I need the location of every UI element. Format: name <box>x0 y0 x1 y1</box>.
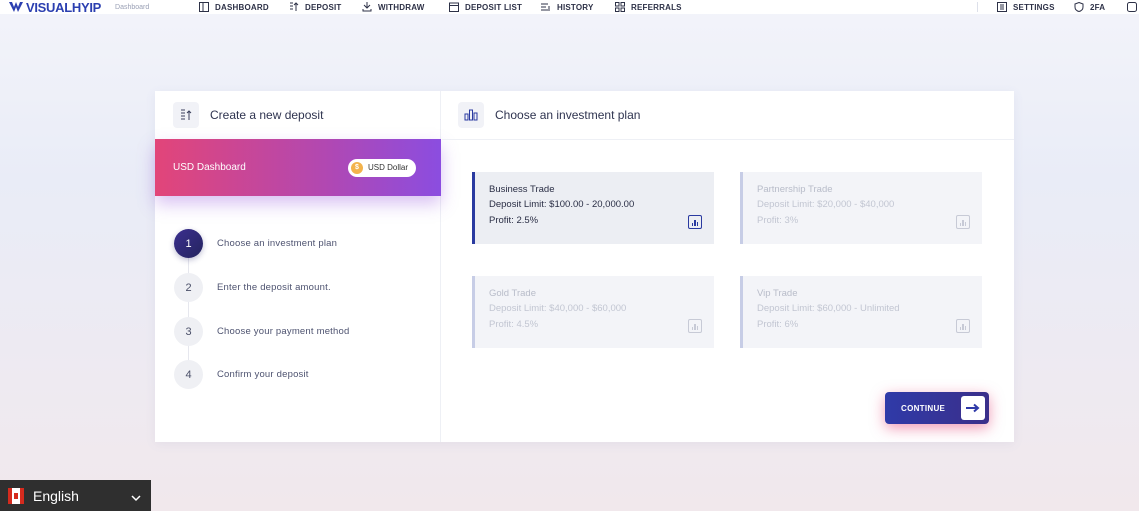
top-nav-bar: VISUALHYIP Dashboard DASHBOARD DEPOSIT W… <box>0 0 1139 15</box>
plan-name: Partnership Trade <box>757 184 833 195</box>
nav-deposit-list[interactable]: DEPOSIT LIST <box>449 0 522 14</box>
deposit-title: Create a new deposit <box>210 108 324 122</box>
plan-limit: Deposit Limit: $100.00 - 20,000.00 <box>489 199 635 210</box>
settings-icon <box>997 2 1007 12</box>
plan-name: Vip Trade <box>757 288 798 299</box>
step-number: 3 <box>174 317 203 346</box>
nav-logout[interactable] <box>1127 0 1139 14</box>
step-number: 2 <box>174 273 203 302</box>
canada-flag-icon <box>8 487 24 504</box>
plan-name: Business Trade <box>489 184 555 195</box>
divider <box>442 139 1014 140</box>
brand-name: VISUALHYIP <box>26 0 102 15</box>
steps-connector <box>188 243 189 373</box>
step-3: 3 Choose your payment method <box>174 317 404 346</box>
nav-referrals[interactable]: REFERRALS <box>615 0 682 14</box>
step-label: Choose an investment plan <box>217 238 338 249</box>
dollar-coin-icon: $ <box>350 161 363 174</box>
plan-limit: Deposit Limit: $20,000 - $40,000 <box>757 199 895 210</box>
chart-icon <box>688 319 702 333</box>
nav-dashboard[interactable]: DASHBOARD <box>199 0 269 14</box>
currency-pill[interactable]: $ USD Dollar <box>347 158 416 177</box>
step-number: 4 <box>174 360 203 389</box>
step-label: Enter the deposit amount. <box>217 282 331 293</box>
deposit-card: Create a new deposit USD Dashboard $ USD… <box>155 91 1014 442</box>
plan-profit: Profit: 6% <box>757 319 799 330</box>
plan-limit: Deposit Limit: $40,000 - $60,000 <box>489 303 627 314</box>
step-2: 2 Enter the deposit amount. <box>174 273 404 302</box>
chart-icon <box>688 215 702 229</box>
step-label: Confirm your deposit <box>217 369 309 380</box>
plan-profit: Profit: 4.5% <box>489 319 539 330</box>
brand-logo[interactable]: VISUALHYIP <box>9 0 101 15</box>
plan-card-partnership-trade[interactable]: Partnership Trade Deposit Limit: $20,000… <box>740 172 982 244</box>
nav-divider <box>977 2 978 12</box>
breadcrumb: Dashboard <box>115 3 150 11</box>
plan-card-business-trade[interactable]: Business Trade Deposit Limit: $100.00 - … <box>472 172 714 244</box>
history-icon <box>541 2 551 12</box>
continue-button[interactable]: CONTINUE <box>885 392 989 424</box>
chevron-down-icon <box>131 490 141 506</box>
logo-icon <box>9 2 23 12</box>
arrow-right-icon <box>961 396 985 420</box>
plans-header: Choose an investment plan <box>458 101 640 129</box>
step-label: Choose your payment method <box>217 326 350 337</box>
plans-pane: Choose an investment plan Business Trade… <box>442 91 1014 442</box>
nav-2fa[interactable]: 2FA <box>1074 0 1105 14</box>
chart-icon <box>956 319 970 333</box>
logout-icon <box>1127 2 1137 12</box>
plan-card-gold-trade[interactable]: Gold Trade Deposit Limit: $40,000 - $60,… <box>472 276 714 348</box>
plan-name: Gold Trade <box>489 288 536 299</box>
banner-title: USD Dashboard <box>173 162 246 173</box>
language-label: English <box>33 487 79 504</box>
plan-card-vip-trade[interactable]: Vip Trade Deposit Limit: $60,000 - Unlim… <box>740 276 982 348</box>
chart-icon <box>956 215 970 229</box>
nav-history[interactable]: HISTORY <box>541 0 594 14</box>
plans-title: Choose an investment plan <box>495 108 641 122</box>
dashboard-icon <box>199 2 209 12</box>
step-number: 1 <box>174 229 203 258</box>
deposit-header: Create a new deposit <box>173 101 323 129</box>
plan-profit: Profit: 2.5% <box>489 215 539 226</box>
plan-limit: Deposit Limit: $60,000 - Unlimited <box>757 303 900 314</box>
nav-deposit[interactable]: DEPOSIT <box>289 0 342 14</box>
deposit-header-icon <box>173 102 199 128</box>
bar-chart-icon <box>458 102 484 128</box>
usd-dashboard-banner: USD Dashboard $ USD Dollar <box>155 139 441 196</box>
deposit-list-icon <box>449 2 459 12</box>
nav-settings[interactable]: SETTINGS <box>997 0 1055 14</box>
currency-label: USD Dollar <box>367 163 408 172</box>
deposit-icon <box>289 2 299 12</box>
shield-icon <box>1074 1 1084 13</box>
nav-withdraw[interactable]: WITHDRAW <box>362 0 424 14</box>
step-4: 4 Confirm your deposit <box>174 360 404 389</box>
plan-profit: Profit: 3% <box>757 215 799 226</box>
referrals-icon <box>615 2 625 12</box>
step-1: 1 Choose an investment plan <box>174 229 404 258</box>
deposit-steps-pane: Create a new deposit USD Dashboard $ USD… <box>155 91 441 442</box>
language-selector[interactable]: English <box>0 480 151 511</box>
withdraw-icon <box>362 2 372 12</box>
continue-label: CONTINUE <box>901 403 946 413</box>
